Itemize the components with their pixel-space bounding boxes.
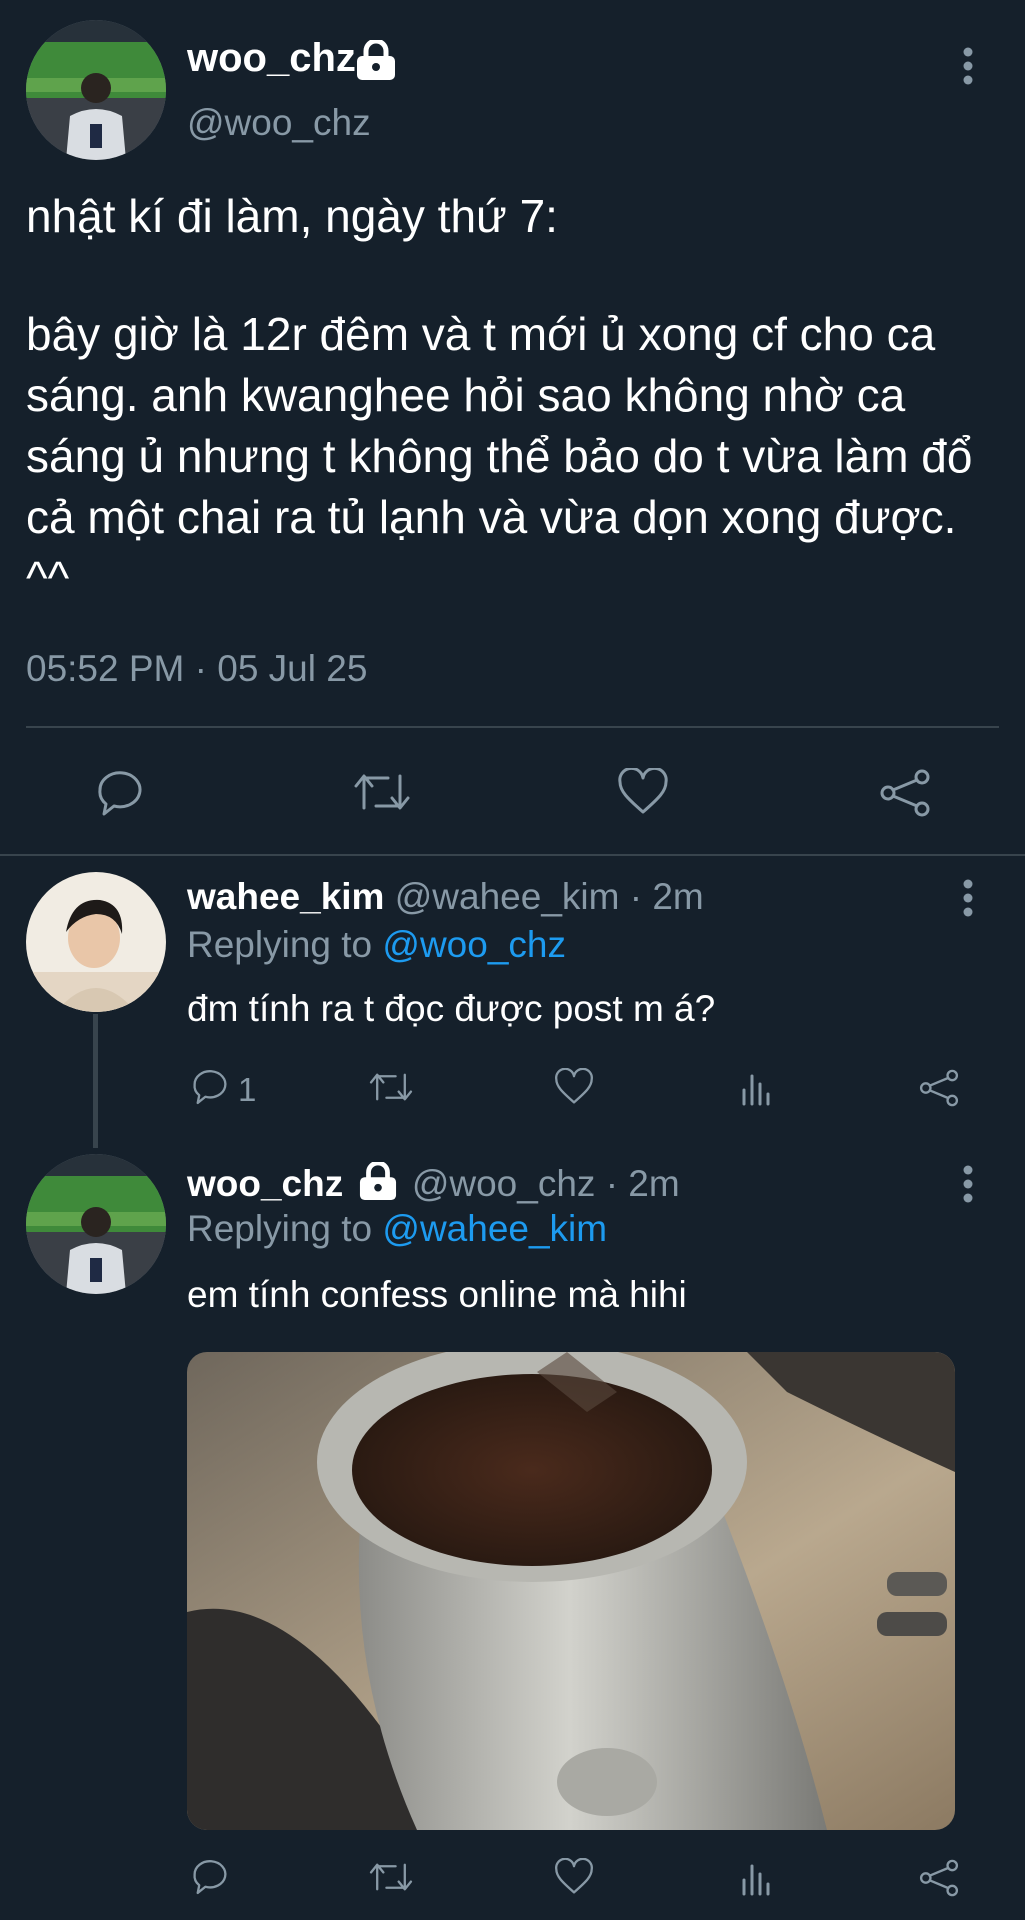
avatar-woo-chz[interactable] [26, 20, 166, 160]
like-button[interactable] [617, 766, 669, 821]
reply1-time: · 2m [629, 876, 704, 917]
more-icon[interactable] [962, 46, 974, 86]
replying-to-label: Replying to [187, 1208, 373, 1249]
analytics-icon [740, 1068, 774, 1111]
reply2-header: woo_chz @woo_chz · 2m [187, 1160, 680, 1209]
section-divider [0, 854, 1025, 856]
reply1-author-name[interactable]: wahee_kim [187, 876, 384, 917]
replying-to-link[interactable]: @wahee_kim [382, 1208, 607, 1249]
reply2-text: em tính confess online mà hihi [187, 1274, 687, 1315]
reply2-like-button[interactable] [554, 1857, 594, 1901]
reply2-author-handle[interactable]: @woo_chz [412, 1163, 596, 1204]
reply1-header: wahee_kim @wahee_kim · 2m [187, 876, 704, 918]
reply2-replying-to: Replying to @wahee_kim [187, 1208, 607, 1250]
retweet-icon [352, 768, 412, 821]
reply1-author-handle[interactable]: @wahee_kim [395, 876, 620, 917]
share-icon [918, 1858, 960, 1903]
tweet-text-body: bây giờ là 12r đêm và t mới ủ xong cf ch… [26, 308, 973, 604]
replying-to-label: Replying to [187, 924, 373, 965]
reply-icon [190, 1856, 230, 1901]
replying-to-link[interactable]: @woo_chz [382, 924, 566, 965]
reply1-retweet-button[interactable] [368, 1068, 414, 1111]
tweet-text-heading: nhật kí đi làm, ngày thứ 7: [26, 190, 558, 242]
reply2-more-icon[interactable] [962, 1164, 974, 1204]
thread-line [93, 1014, 98, 1148]
retweet-icon [368, 1858, 414, 1901]
reply1-reply-button[interactable]: 1 [190, 1066, 256, 1114]
avatar-woo-chz-reply[interactable] [26, 1154, 166, 1294]
author-name[interactable]: woo_chz [187, 36, 356, 81]
analytics-icon [740, 1858, 774, 1901]
reply1-share-button[interactable] [918, 1068, 960, 1113]
avatar-wahee-kim[interactable] [26, 872, 166, 1012]
author-handle[interactable]: @woo_chz [187, 102, 371, 144]
reply-button[interactable] [94, 766, 146, 823]
share-icon [878, 768, 932, 823]
reply1-replying-to: Replying to @woo_chz [187, 924, 566, 966]
like-icon [554, 1067, 594, 1111]
retweet-button[interactable] [352, 768, 412, 821]
divider [26, 726, 999, 728]
reply2-time: · 2m [605, 1163, 680, 1204]
reply1-like-button[interactable] [554, 1067, 594, 1111]
share-icon [918, 1068, 960, 1113]
reply2-retweet-button[interactable] [368, 1858, 414, 1901]
reply2-author-name[interactable]: woo_chz [187, 1163, 343, 1204]
reply2-share-button[interactable] [918, 1858, 960, 1903]
reply-icon [94, 766, 146, 823]
reply2-analytics-button[interactable] [740, 1858, 774, 1901]
share-button[interactable] [878, 768, 932, 823]
reply1-text: đm tính ra t đọc được post m á? [187, 988, 716, 1029]
lock-icon [358, 1160, 398, 1209]
like-icon [617, 766, 669, 821]
like-icon [554, 1857, 594, 1901]
reply1-more-icon[interactable] [962, 878, 974, 918]
reply-icon [190, 1066, 230, 1114]
tweet-timestamp: 05:52 PM · 05 Jul 25 [26, 648, 368, 689]
tweet-media-image[interactable] [187, 1352, 955, 1830]
reply2-reply-button[interactable] [190, 1856, 230, 1901]
reply1-reply-count: 1 [238, 1071, 257, 1108]
reply1-analytics-button[interactable] [740, 1068, 774, 1111]
lock-icon [355, 40, 397, 80]
retweet-icon [368, 1068, 414, 1111]
